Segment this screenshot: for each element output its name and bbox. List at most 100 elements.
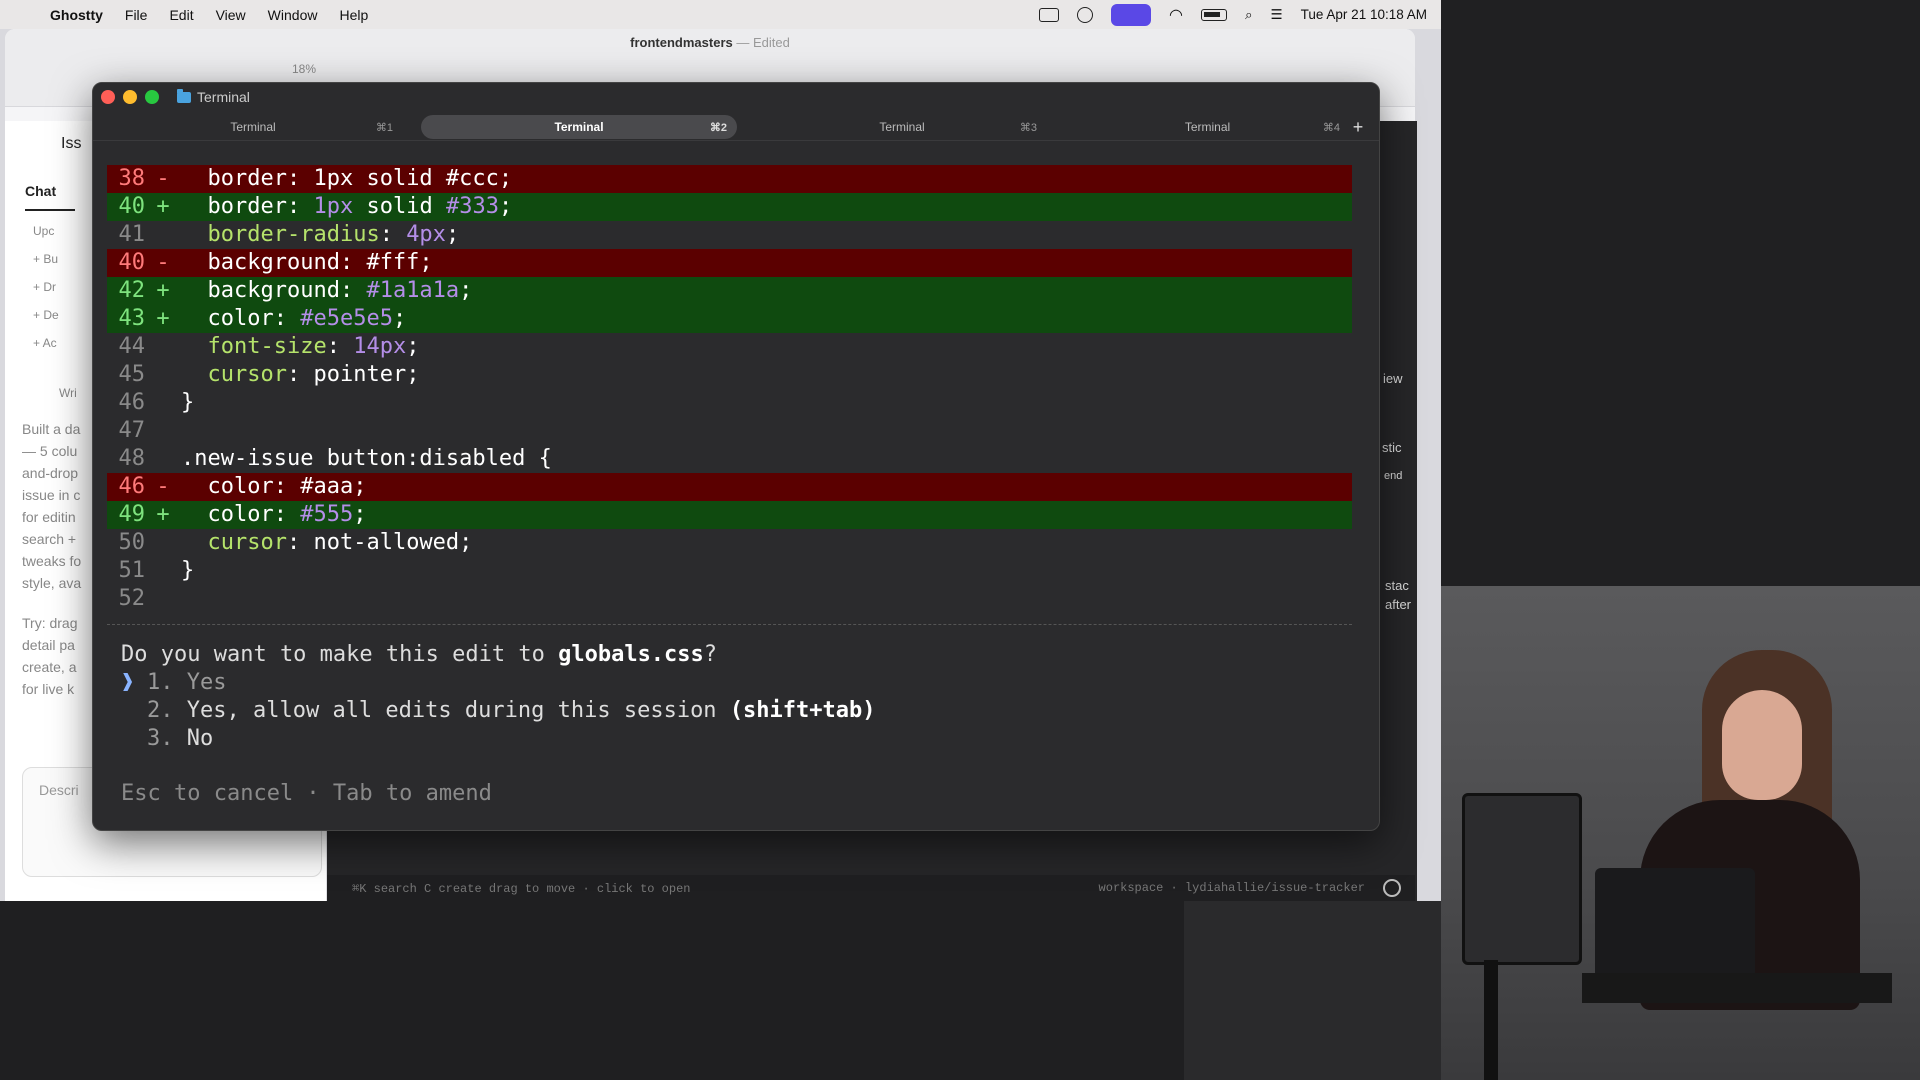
- write-label[interactable]: Wri: [59, 386, 77, 400]
- record-icon[interactable]: [1077, 6, 1094, 23]
- footer-hint: Esc to cancel · Tab to amend: [121, 781, 492, 806]
- code-token: border: [207, 194, 287, 219]
- tab-terminal-3[interactable]: Terminal ⌘3: [757, 115, 1047, 139]
- peek-text: stic: [1382, 440, 1402, 455]
- menu-window[interactable]: Window: [268, 7, 318, 23]
- line-number: 41: [118, 222, 146, 247]
- code-token: solid: [353, 194, 446, 219]
- menubar-clock[interactable]: Tue Apr 21 10:18 AM: [1301, 7, 1427, 22]
- zoom-icon[interactable]: [145, 90, 159, 104]
- search-icon[interactable]: ⌕: [1245, 7, 1253, 23]
- code-token: ;: [445, 222, 460, 247]
- sidebar-title: Iss: [61, 135, 82, 152]
- code-token: :: [286, 194, 314, 219]
- diff-sign: [145, 585, 181, 613]
- divider: [107, 624, 1352, 625]
- code-token: 1px: [313, 194, 354, 219]
- diff-sign: [145, 333, 181, 361]
- list-item[interactable]: Upc: [33, 224, 54, 238]
- diff-line-removed: 40- background: #fff;: [107, 249, 1352, 277]
- tab-terminal-4[interactable]: Terminal ⌘4: [1065, 115, 1350, 139]
- code-token: .new-issue button:disabled {: [181, 446, 552, 471]
- code-token: 4px: [406, 222, 446, 247]
- menu-edit[interactable]: Edit: [169, 7, 193, 23]
- code-token: ;: [392, 306, 407, 331]
- diff-line: 50 cursor: not-allowed;: [107, 529, 1352, 557]
- edit-confirmation-prompt: Do you want to make this edit to globals…: [121, 641, 876, 753]
- minimize-icon[interactable]: [123, 90, 137, 104]
- menu-view[interactable]: View: [216, 7, 246, 23]
- selection-arrow-icon: ❱: [121, 670, 135, 695]
- list-item[interactable]: + De: [33, 308, 59, 322]
- diff-sign: +: [156, 306, 170, 331]
- list-item[interactable]: + Ac: [33, 336, 57, 350]
- option-yes-allow-all[interactable]: 2. Yes, allow all edits during this sess…: [121, 697, 876, 725]
- diff-sign: -: [156, 474, 170, 499]
- code-token: cursor: [207, 362, 287, 387]
- terminal-titlebar[interactable]: Terminal: [93, 83, 1379, 113]
- close-icon[interactable]: [101, 90, 115, 104]
- code-token: ;: [406, 334, 420, 359]
- diff-line: 44 font-size: 14px;: [107, 333, 1352, 361]
- tab-terminal-2[interactable]: Terminal ⌘2: [421, 115, 737, 139]
- tab-chat[interactable]: Chat: [25, 183, 75, 211]
- code-token: border: [207, 166, 287, 191]
- diff-sign: [145, 361, 181, 389]
- terminal-window: Terminal Terminal ⌘1 Terminal ⌘2 Termina…: [92, 82, 1380, 831]
- presenter-face: [1722, 690, 1802, 800]
- diff-sign: [145, 221, 181, 249]
- diff-line: 52: [107, 585, 1352, 613]
- option-no[interactable]: 3. No: [121, 725, 876, 753]
- diff-line-removed: 46- color: #aaa;: [107, 473, 1352, 501]
- code-token: :: [326, 334, 354, 359]
- menu-app[interactable]: Ghostty: [50, 7, 103, 23]
- desktop-lower: [0, 901, 1184, 1080]
- diff-sign: -: [156, 250, 170, 275]
- peek-text: iew: [1383, 371, 1403, 386]
- code-token: : pointer;: [286, 362, 420, 387]
- diff-line-added: 49 + color: #555;: [107, 501, 1352, 529]
- status-shortcuts: ⌘K search C create drag to move · click …: [352, 881, 691, 896]
- prompt-filename: globals.css: [558, 642, 704, 667]
- menu-help[interactable]: Help: [339, 7, 368, 23]
- code-token: :: [273, 502, 301, 527]
- avatar-icon[interactable]: [1383, 879, 1401, 897]
- summary-paragraph: Built a da — 5 colu and-drop issue in c …: [22, 421, 82, 591]
- chat-input-placeholder: Descri: [39, 782, 79, 798]
- tab-terminal-1[interactable]: Terminal ⌘1: [103, 115, 403, 139]
- laptop: [1595, 868, 1755, 978]
- apple-icon[interactable]: [18, 6, 36, 24]
- list-item[interactable]: + Dr: [33, 280, 56, 294]
- menubar: Ghostty File Edit View Window Help ◠ ⌕ ☰…: [0, 0, 1441, 29]
- option-yes[interactable]: ❱ 1. Yes: [121, 669, 876, 697]
- line-number: 46: [118, 474, 146, 499]
- line-number: 50: [118, 530, 146, 555]
- peek-text: after: [1385, 597, 1412, 612]
- line-number: 38: [118, 166, 146, 191]
- diff-sign: [145, 445, 181, 473]
- add-tab-button[interactable]: +: [1347, 116, 1369, 138]
- zoom-level[interactable]: 18%: [292, 62, 316, 76]
- code-token: color: [207, 306, 274, 331]
- code-token: : #aaa;: [273, 474, 367, 499]
- list-item[interactable]: + Bu: [33, 252, 58, 266]
- diff-line: 47: [107, 417, 1352, 445]
- diff-sign: +: [156, 278, 170, 303]
- code-token: background: [207, 250, 340, 275]
- diff-view: 38- border: 1px solid #ccc; 40 + border: 1…: [107, 165, 1352, 613]
- wifi-icon[interactable]: ◠: [1169, 5, 1183, 25]
- menu-file[interactable]: File: [125, 7, 148, 23]
- tablet-on-stand: [1462, 793, 1582, 965]
- camera-stand: [1484, 960, 1498, 1080]
- display-icon[interactable]: [1039, 7, 1060, 22]
- code-token: #e5e5e5: [300, 306, 393, 331]
- code-token: color: [207, 502, 274, 527]
- screen-share-icon[interactable]: [1111, 3, 1152, 26]
- battery-icon[interactable]: [1200, 8, 1227, 21]
- diff-line: 46 }: [107, 389, 1352, 417]
- diff-sign: [145, 417, 181, 445]
- prompt-question: Do you want to make this edit to globals…: [121, 642, 718, 667]
- control-center-icon[interactable]: ☰: [1271, 7, 1283, 23]
- terminal-title: Terminal: [177, 88, 250, 105]
- code-token: }: [181, 558, 195, 583]
